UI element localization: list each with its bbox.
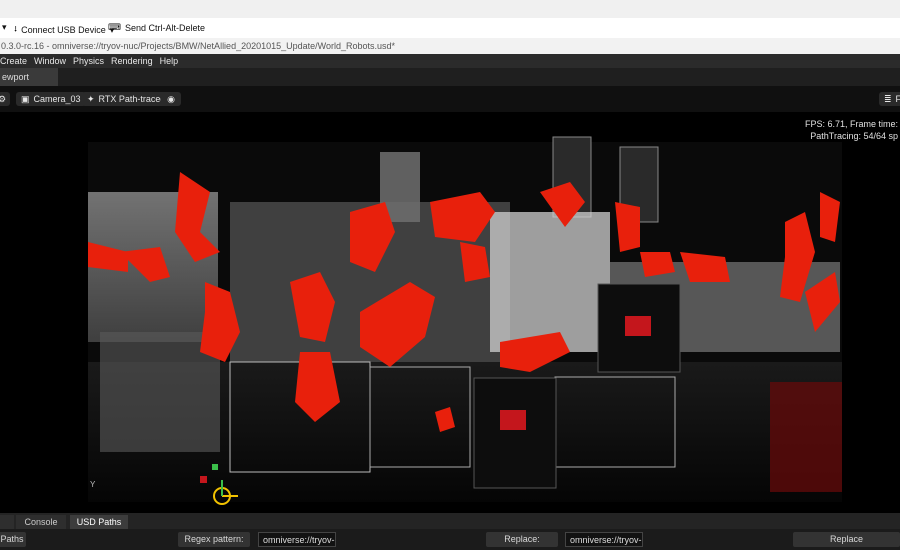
red-reflection xyxy=(770,382,842,492)
menu-create[interactable]: Create xyxy=(0,56,27,66)
regex-pattern-label: Regex pattern: xyxy=(178,532,250,547)
camera-label: Camera_03 xyxy=(33,94,81,104)
white-machine xyxy=(490,212,610,352)
red-indicator-2 xyxy=(500,410,526,430)
render-stats-overlay: FPS: 6.71, Frame time: PathTracing: 54/6… xyxy=(805,118,898,142)
menu-physics[interactable]: Physics xyxy=(73,56,104,66)
replace-input[interactable]: omniverse://tryov-nu xyxy=(565,532,643,547)
send-ctrl-alt-delete-button[interactable]: ⌨ Send Ctrl-Alt-Delete xyxy=(108,22,205,33)
connect-usb-button[interactable]: ⭭ Connect USB Device ▾ xyxy=(14,22,114,38)
toolbar-top-strip xyxy=(0,0,900,18)
remote-session-toolbar: ▾ ⭭ Connect USB Device ▾ ⌨ Send Ctrl-Alt… xyxy=(0,0,900,38)
render-mode-selector[interactable]: ✦ RTX Path-traced xyxy=(82,92,171,106)
dropdown-arrow-icon[interactable]: ▾ xyxy=(2,22,7,33)
bottom-panel-tabs: Console USD Paths xyxy=(0,513,900,529)
menu-help[interactable]: Help xyxy=(160,56,179,66)
menu-bar: Create Window Physics Rendering Help xyxy=(0,54,900,68)
settings-gear-icon[interactable]: ⚙ xyxy=(0,92,10,106)
visibility-eye-icon[interactable]: ◉ xyxy=(161,92,181,106)
regex-pattern-input[interactable]: omniverse://tryov-nu xyxy=(258,532,336,547)
menu-rendering[interactable]: Rendering xyxy=(111,56,153,66)
window-title-path: 0.3.0-rc.16 - omniverse://tryov-nuc/Proj… xyxy=(0,38,900,54)
tab-console[interactable]: Console xyxy=(16,515,66,529)
keyboard-icon: ⌨ xyxy=(108,22,121,32)
layers-button[interactable]: ≣ F xyxy=(879,92,900,106)
viewport-3d-render[interactable]: Y FPS: 6.71, Frame time: PathTracing: 54… xyxy=(0,112,900,513)
replace-label: Replace: xyxy=(486,532,558,547)
panel-tab-row: ewport xyxy=(0,68,900,86)
connect-usb-label: Connect USB Device xyxy=(21,25,106,35)
red-indicator-1 xyxy=(625,316,651,336)
layers-icon: ≣ xyxy=(884,94,892,104)
menu-window[interactable]: Window xyxy=(34,56,66,66)
layers-label: F xyxy=(895,94,900,104)
replace-button[interactable]: Replace xyxy=(793,532,900,547)
tab-collapsed[interactable] xyxy=(0,515,14,529)
usb-icon: ⭭ xyxy=(14,24,18,34)
tab-usd-paths[interactable]: USD Paths xyxy=(70,515,128,529)
factory-scene: Y xyxy=(88,136,842,505)
camera-selector[interactable]: ▣ Camera_03 xyxy=(16,92,86,106)
usd-paths-toolbar: Paths Regex pattern: omniverse://tryov-n… xyxy=(0,529,900,550)
path-tracing-readout: PathTracing: 54/64 sp xyxy=(810,131,898,141)
svg-text:Y: Y xyxy=(90,480,96,489)
fps-readout: FPS: 6.71, Frame time: xyxy=(804,119,898,129)
tab-viewport[interactable]: ewport xyxy=(0,68,58,86)
lightbulb-icon: ✦ xyxy=(87,94,95,104)
viewport-toolbar: ⚙ ▣ Camera_03 ✦ RTX Path-traced ◉ ≣ F xyxy=(0,86,900,112)
ctrl-alt-delete-label: Send Ctrl-Alt-Delete xyxy=(125,22,206,33)
render-mode-label: RTX Path-traced xyxy=(98,94,166,104)
video-camera-icon: ▣ xyxy=(21,94,30,104)
paths-label: Paths xyxy=(0,532,26,547)
dark-panel-2 xyxy=(473,377,557,489)
